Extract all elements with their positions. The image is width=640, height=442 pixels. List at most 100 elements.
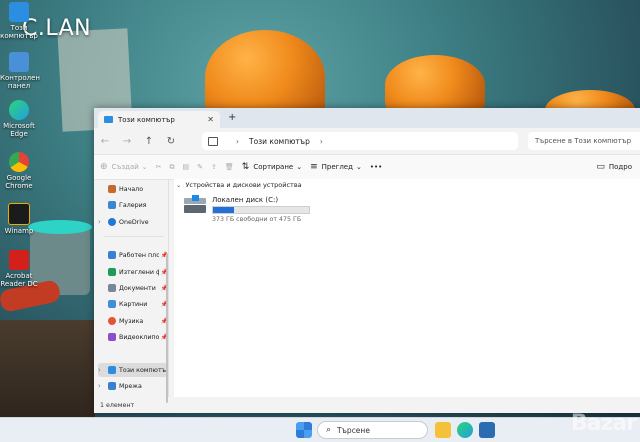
search-input[interactable]: Търсене в Този компютър xyxy=(528,132,640,150)
drive-icon xyxy=(184,195,206,214)
copy-icon[interactable]: ⧉ xyxy=(170,163,175,172)
file-list-area: ⌄ Устройства и дискови устройства Локале… xyxy=(174,179,640,397)
videos-icon xyxy=(108,333,116,341)
taskbar-search-placeholder: Търсене xyxy=(337,425,370,435)
taskbar: ⌕ Търсене Bazar xyxy=(0,411,640,442)
share-icon[interactable]: ⇪ xyxy=(211,163,217,171)
chrome-icon xyxy=(9,152,29,172)
winamp-icon xyxy=(8,203,30,225)
sidebar-item-label: Картини xyxy=(119,300,148,308)
sidebar-item-music[interactable]: Музика 📌 xyxy=(98,314,168,328)
divider xyxy=(104,236,164,237)
group-header[interactable]: ⌄ Устройства и дискови устройства xyxy=(176,181,302,189)
desktop-icon-chrome[interactable]: Google Chrome xyxy=(0,152,38,190)
file-explorer-taskbar-icon[interactable] xyxy=(435,422,451,438)
chevron-right-icon[interactable]: › xyxy=(320,137,323,146)
drive-usage-bar xyxy=(212,206,310,214)
home-icon xyxy=(108,185,116,193)
new-button[interactable]: ⊕ Създай ⌄ xyxy=(100,162,148,172)
sidebar-item-gallery[interactable]: Галерия xyxy=(98,198,168,212)
item-count: 1 елемент xyxy=(100,401,135,409)
sidebar-item-label: Този компютър xyxy=(119,366,168,374)
gallery-icon xyxy=(108,201,116,209)
sidebar-item-label: Галерия xyxy=(119,201,147,209)
edge-icon xyxy=(9,100,29,120)
acrobat-icon xyxy=(9,250,29,270)
drive-free-space: 373 ГБ свободни от 475 ГБ xyxy=(212,216,302,223)
sidebar-item-label: Видеоклипове xyxy=(119,333,159,341)
details-pane-icon: ▭ xyxy=(596,162,605,172)
sidebar-item-label: OneDrive xyxy=(119,218,149,226)
details-button-label: Подро xyxy=(608,163,632,171)
breadcrumb-separator-icon[interactable]: › xyxy=(236,137,239,146)
up-arrow-icon[interactable]: ↑ xyxy=(138,136,160,147)
file-explorer-window: Този компютър ✕ + ← → ↑ ↻ › Този компютъ… xyxy=(94,108,640,413)
control-panel-icon xyxy=(9,52,29,72)
sidebar-item-documents[interactable]: Документи 📌 xyxy=(98,281,168,295)
chevron-down-icon: ⌄ xyxy=(296,163,303,171)
chevron-right-icon[interactable]: › xyxy=(98,218,108,226)
tab-title: Този компютър xyxy=(118,115,175,124)
network-icon xyxy=(108,382,116,390)
desktop-icon xyxy=(108,251,116,259)
sidebar-scrollbar[interactable] xyxy=(166,253,168,403)
view-icon: ≡ xyxy=(310,162,318,172)
breadcrumb-this-pc[interactable]: Този компютър xyxy=(249,137,310,146)
desktop-icon-label: Winamp xyxy=(4,227,34,235)
delete-icon[interactable]: 🗑 xyxy=(225,163,234,171)
forward-arrow-icon[interactable]: → xyxy=(116,136,138,147)
desktop-icon-winamp[interactable]: Winamp xyxy=(0,203,38,235)
details-pane-button[interactable]: ▭ Подро xyxy=(596,162,632,172)
sidebar-item-videos[interactable]: Видеоклипове 📌 xyxy=(98,330,168,344)
sidebar-item-this-pc[interactable]: › Този компютър xyxy=(98,363,168,377)
workbench-image xyxy=(0,320,95,417)
sidebar-item-desktop[interactable]: Работен плот 📌 xyxy=(98,248,168,262)
cut-icon[interactable]: ✂ xyxy=(156,163,162,171)
sidebar-item-onedrive[interactable]: › OneDrive xyxy=(98,215,168,229)
back-arrow-icon[interactable]: ← xyxy=(94,136,116,147)
chevron-right-icon[interactable]: › xyxy=(98,366,108,374)
search-placeholder: Търсене в Този компютър xyxy=(535,137,632,145)
desktop-icon-edge[interactable]: Microsoft Edge xyxy=(0,100,38,138)
sidebar-item-downloads[interactable]: Изтеглени файлове 📌 xyxy=(98,265,168,279)
drive-item-c[interactable]: Локален диск (C:) 373 ГБ свободни от 475… xyxy=(184,195,310,223)
sort-button[interactable]: ⇅ Сортиране ⌄ xyxy=(242,162,302,172)
sidebar-item-label: Документи xyxy=(119,284,156,292)
chevron-down-icon: ⌄ xyxy=(355,163,362,171)
documents-icon xyxy=(108,284,116,292)
desktop-icon-control-panel[interactable]: Контролен панел xyxy=(0,52,40,90)
this-pc-icon xyxy=(9,2,29,22)
edge-taskbar-icon[interactable] xyxy=(457,422,473,438)
sidebar-item-label: Мрежа xyxy=(119,382,142,390)
paste-icon[interactable]: ▤ xyxy=(183,163,190,171)
desktop-icon-acrobat[interactable]: Acrobat Reader DC xyxy=(0,250,38,288)
new-tab-button[interactable]: + xyxy=(228,112,236,123)
desktop-icon-label: Този компютър xyxy=(0,24,38,40)
rename-icon[interactable]: ✎ xyxy=(197,163,203,171)
sidebar-item-home[interactable]: Начало xyxy=(98,182,168,196)
close-tab-icon[interactable]: ✕ xyxy=(207,115,214,124)
tab-this-pc[interactable]: Този компютър ✕ xyxy=(98,111,220,128)
chevron-right-icon[interactable]: › xyxy=(98,382,108,390)
sidebar-item-network[interactable]: › Мрежа xyxy=(98,379,168,393)
taskbar-search[interactable]: ⌕ Търсене xyxy=(317,421,428,439)
address-field[interactable]: › Този компютър › xyxy=(202,132,518,150)
sidebar-item-label: Работен плот xyxy=(119,251,159,259)
view-button-label: Преглед xyxy=(321,163,353,171)
chevron-down-icon[interactable]: ⌄ xyxy=(176,181,181,189)
title-bar: Този компютър ✕ + xyxy=(94,108,640,128)
store-taskbar-icon[interactable] xyxy=(479,422,495,438)
command-bar: ⊕ Създай ⌄ ✂ ⧉ ▤ ✎ ⇪ 🗑 ⇅ Сортиране ⌄ ≡ П… xyxy=(94,154,640,180)
sidebar-item-label: Начало xyxy=(119,185,144,193)
desktop-icon-this-pc[interactable]: Този компютър xyxy=(0,2,38,40)
more-options-button[interactable]: ••• xyxy=(370,163,382,171)
sidebar-item-label: Музика xyxy=(119,317,144,325)
sidebar-item-label: Изтеглени файлове xyxy=(119,268,159,276)
refresh-icon[interactable]: ↻ xyxy=(160,136,182,147)
navigation-pane: Начало Галерия › OneDrive Работен плот 📌… xyxy=(94,179,169,403)
start-button-icon[interactable] xyxy=(296,422,312,438)
new-button-label: Създай xyxy=(111,163,139,171)
view-button[interactable]: ≡ Преглед ⌄ xyxy=(310,162,362,172)
desktop-icon-label: Контролен панел xyxy=(0,74,40,90)
sidebar-item-pictures[interactable]: Картини 📌 xyxy=(98,297,168,311)
